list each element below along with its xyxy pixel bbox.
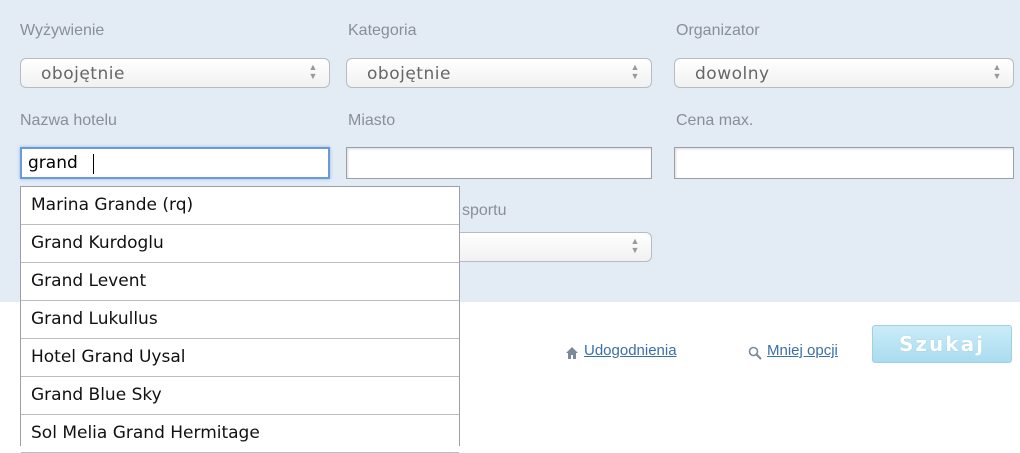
updown-arrows-icon: ▲ ▼ [630, 236, 640, 255]
category-label: Kategoria [348, 22, 417, 39]
city-field[interactable] [353, 152, 627, 172]
transport-select[interactable]: ▲ ▼ [440, 232, 652, 262]
autocomplete-item[interactable]: Grand Levent [21, 263, 459, 301]
meal-select-value: obojętnie [41, 64, 125, 84]
fewer-options-link[interactable]: Mniej opcji [767, 342, 838, 359]
autocomplete-item[interactable]: Sol Melia Grand Hermitage [21, 415, 459, 453]
city-label: Miasto [348, 112, 396, 129]
autocomplete-item[interactable]: Marina Grande (rq) [21, 187, 459, 225]
max-price-label: Cena max. [676, 112, 754, 129]
amenities-link[interactable]: Udogodnienia [584, 342, 677, 359]
updown-arrows-icon: ▲ ▼ [630, 62, 640, 81]
city-input[interactable] [346, 147, 652, 179]
hotel-name-label: Nazwa hotelu [20, 112, 117, 129]
category-select[interactable]: obojętnie ▲ ▼ [346, 58, 652, 88]
max-price-field[interactable] [681, 152, 986, 172]
transport-label: sportu [462, 202, 507, 219]
text-caret [93, 154, 94, 174]
category-select-value: obojętnie [367, 64, 451, 84]
updown-arrows-icon: ▲ ▼ [992, 62, 1002, 81]
search-button[interactable]: Szukaj [872, 325, 1012, 363]
search-icon [748, 346, 762, 360]
organizer-select-value: dowolny [695, 64, 770, 84]
organizer-select[interactable]: dowolny ▲ ▼ [674, 58, 1014, 88]
autocomplete-item[interactable]: Grand Lukullus [21, 301, 459, 339]
autocomplete-item[interactable]: Hotel Grand Uysal [21, 339, 459, 377]
meal-label: Wyżywienie [20, 22, 105, 39]
updown-arrows-icon: ▲ ▼ [308, 62, 318, 81]
organizer-label: Organizator [676, 22, 760, 39]
autocomplete-item[interactable]: Grand Blue Sky [21, 377, 459, 415]
meal-select[interactable]: obojętnie ▲ ▼ [20, 58, 330, 88]
home-icon [566, 347, 578, 359]
max-price-input[interactable] [674, 147, 1014, 179]
autocomplete-dropdown: Marina Grande (rq) Grand Kurdoglu Grand … [20, 186, 460, 453]
hotel-name-field[interactable] [28, 153, 304, 173]
autocomplete-item[interactable]: Grand Kurdoglu [21, 225, 459, 263]
hotel-name-input[interactable] [20, 147, 330, 179]
